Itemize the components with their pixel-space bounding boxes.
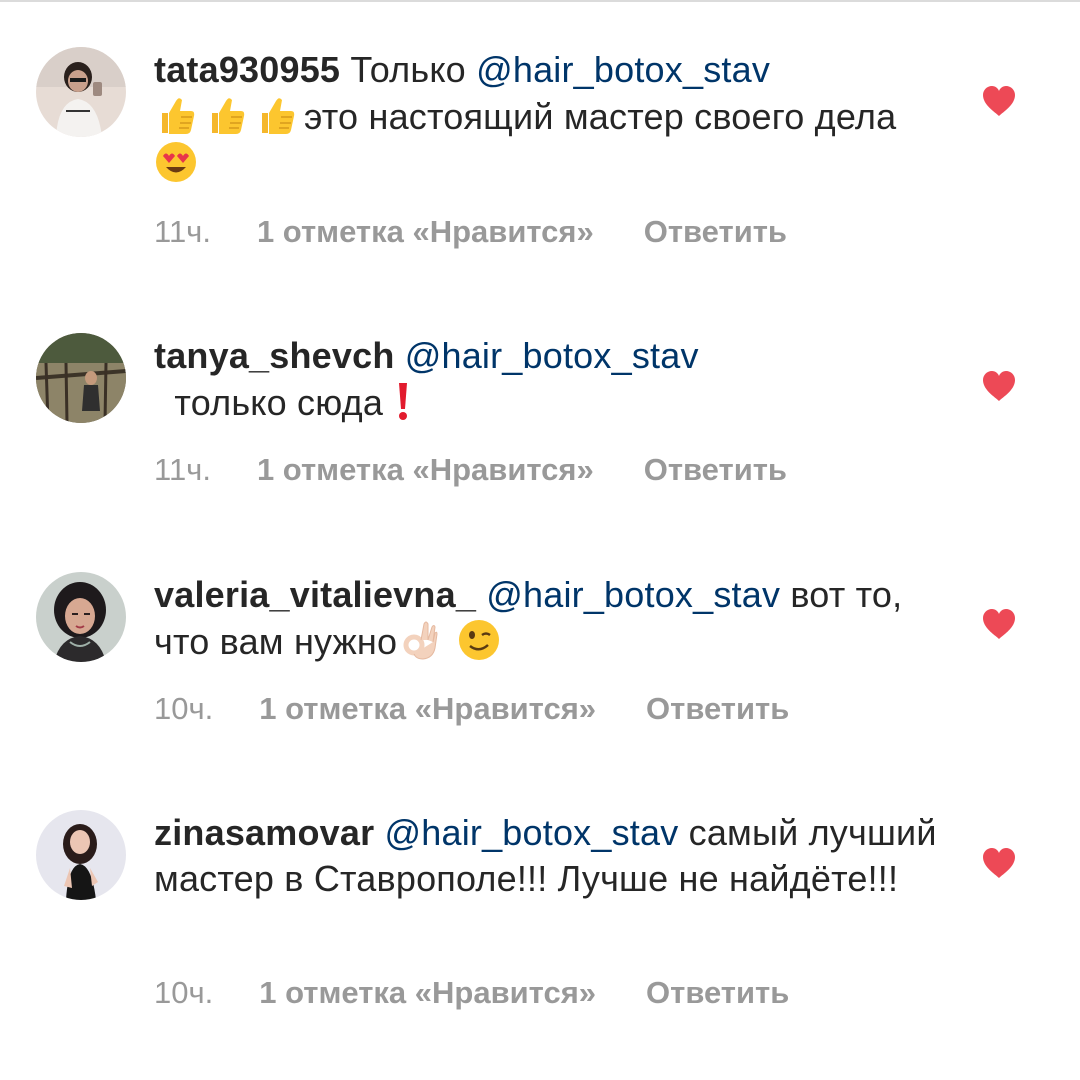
heart-eyes-icon <box>154 140 198 184</box>
avatar[interactable] <box>36 572 126 662</box>
like-heart-icon[interactable] <box>981 85 1017 117</box>
avatar[interactable] <box>36 47 126 137</box>
like-heart-icon[interactable] <box>981 370 1017 402</box>
comment-meta: 10ч. 1 отметка «Нравится» Ответить <box>154 689 789 729</box>
comment-meta: 11ч. 1 отметка «Нравится» Ответить <box>154 450 787 490</box>
reply-button[interactable]: Ответить <box>644 450 787 490</box>
mention-link[interactable]: @hair_botox_stav <box>476 49 770 90</box>
exclamation-icon <box>393 379 413 423</box>
wink-icon <box>457 618 501 662</box>
reply-button[interactable]: Ответить <box>646 973 789 1013</box>
comment-text-part <box>476 574 486 615</box>
comment-username[interactable]: tata930955 <box>154 49 340 90</box>
thumbs-up-icon <box>154 93 198 137</box>
likes-count-link[interactable]: 1 отметка «Нравится» <box>259 689 596 729</box>
mention-link[interactable]: @hair_botox_stav <box>486 574 780 615</box>
comment-text: tata930955 Только @hair_botox_stav это н… <box>154 47 954 187</box>
reply-button[interactable]: Ответить <box>646 689 789 729</box>
thumbs-up-icon <box>204 93 248 137</box>
comment-text-part: Только <box>340 49 477 90</box>
like-heart-icon[interactable] <box>981 847 1017 879</box>
reply-button[interactable]: Ответить <box>644 212 787 252</box>
comment-username[interactable]: tanya_shevch <box>154 335 395 376</box>
top-divider <box>0 0 1080 2</box>
likes-count-link[interactable]: 1 отметка «Нравится» <box>259 973 596 1013</box>
likes-count-link[interactable]: 1 отметка «Нравится» <box>257 212 594 252</box>
comment-text: valeria_vitalievna_ @hair_botox_stav вот… <box>154 572 954 665</box>
comment-meta: 10ч. 1 отметка «Нравится» Ответить <box>154 973 789 1013</box>
comment-text-part <box>447 621 457 662</box>
comment-time: 10ч. <box>154 691 214 726</box>
mention-link[interactable]: @hair_botox_stav <box>405 335 699 376</box>
avatar[interactable] <box>36 333 126 423</box>
ok-hand-icon <box>397 618 441 662</box>
avatar[interactable] <box>36 810 126 900</box>
comment-text-part <box>395 335 405 376</box>
comment-text-part: только сюда <box>154 382 394 423</box>
comment-username[interactable]: valeria_vitalievna_ <box>154 574 476 615</box>
thumbs-up-icon <box>254 93 298 137</box>
comment-time: 11ч. <box>154 452 211 487</box>
comment-time: 11ч. <box>154 214 211 249</box>
likes-count-link[interactable]: 1 отметка «Нравится» <box>257 450 594 490</box>
comment-meta: 11ч. 1 отметка «Нравится» Ответить <box>154 212 787 252</box>
like-heart-icon[interactable] <box>981 608 1017 640</box>
comment-time: 10ч. <box>154 975 214 1010</box>
mention-link[interactable]: @hair_botox_stav <box>385 812 679 853</box>
comment-text-part <box>374 812 384 853</box>
comment-username[interactable]: zinasamovar <box>154 812 374 853</box>
comment-text: tanya_shevch @hair_botox_stav только сюд… <box>154 333 954 426</box>
comment-text: zinasamovar @hair_botox_stav самый лучши… <box>154 810 954 902</box>
comment-text-part: это настоящий мастер своего дела <box>304 96 897 137</box>
